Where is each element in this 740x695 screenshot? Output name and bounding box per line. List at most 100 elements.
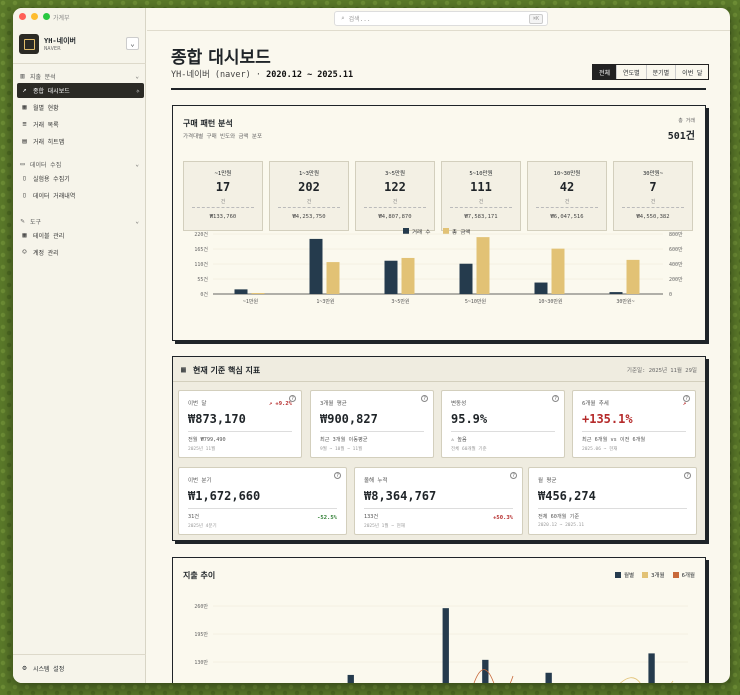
- tab-yearly[interactable]: 연도별: [617, 65, 647, 79]
- y-tick-left: 55건: [197, 276, 208, 283]
- document-icon: ▯: [22, 191, 27, 199]
- metric-card: ? 변동성 95.9% ⚠ 높음 전체 60개월 기준: [441, 390, 565, 458]
- total-value: 501건: [667, 131, 695, 142]
- close-window-button[interactable]: [19, 13, 26, 20]
- period-tabs: 전체 연도별 분기별 이번 달: [592, 64, 710, 80]
- chevron-down-icon[interactable]: ⌄: [135, 161, 139, 168]
- sidebar-section-header[interactable]: ✎ 도구 ⌄: [19, 217, 139, 227]
- monthly-bar: [648, 653, 655, 683]
- section-label: 지출 분석: [30, 74, 56, 81]
- panel-description: 가격대별 구매 빈도와 금액 분포: [183, 134, 263, 140]
- sidebar-item[interactable]: ▦ 테이블 관리: [17, 228, 144, 243]
- info-icon[interactable]: ?: [684, 472, 691, 479]
- bucket-label: 1~3만원: [298, 171, 320, 177]
- info-icon[interactable]: ?: [334, 472, 341, 479]
- metric-card: ? 3개월 평균 ₩900,827 최근 3개월 이동평균 9월 ~ 10월 ~ 11월: [310, 390, 434, 458]
- main-content: ⌕ 검색... ⌘K 종합 대시보드 YH-네이버 (naver) · 2020…: [147, 8, 730, 683]
- sidebar-item[interactable]: ☺ 계정 관리: [17, 245, 144, 260]
- metric-detail: 전월 ₩799,490: [188, 437, 226, 443]
- search-input[interactable]: ⌕ 검색... ⌘K: [334, 11, 548, 26]
- divider: [13, 654, 146, 655]
- y-tick-right: 800만: [669, 231, 683, 238]
- info-icon[interactable]: ?: [552, 395, 559, 402]
- date-range: 2020.12 ~ 2025.11: [266, 70, 354, 80]
- sidebar-item[interactable]: ▦ 월별 현황: [17, 100, 144, 115]
- account-provider: NAVER: [44, 46, 61, 52]
- tab-quarterly[interactable]: 분기별: [647, 65, 677, 79]
- price-bucket-card: 1~3만원 202 건 ₩4,253,750: [269, 161, 349, 231]
- bar-amount: [551, 248, 565, 294]
- bar-count: [609, 292, 623, 294]
- account-switcher[interactable]: YH-네이버 NAVER ⌄: [19, 34, 139, 58]
- legend-swatch: [672, 572, 679, 578]
- three-month-line: [620, 677, 674, 683]
- divider: [364, 207, 426, 208]
- bucket-label: 30만원~: [642, 171, 664, 177]
- table-icon: ▦: [22, 231, 27, 239]
- bucket-amount: ₩133,760: [209, 214, 237, 220]
- bar-amount: [326, 262, 340, 294]
- metric-label: 이번 분기: [188, 478, 212, 484]
- y-tick-right: 0: [669, 292, 672, 298]
- sidebar-item[interactable]: ↗ 종합 대시보드 ✧: [17, 83, 144, 98]
- trend-badge: ↗ +9.2%: [268, 401, 292, 407]
- legend-item: 3개월: [642, 571, 665, 579]
- metric-value: 95.9%: [451, 412, 488, 426]
- bar-count: [384, 260, 398, 294]
- x-tick-label: 5~10만원: [465, 298, 487, 305]
- bucket-count: 7: [649, 180, 657, 194]
- x-tick-label: 1~3만원: [316, 298, 335, 305]
- x-tick-label: 10~30만원: [538, 298, 563, 305]
- chevron-down-icon[interactable]: ⌄: [135, 218, 139, 225]
- legend-label: 총 금액: [452, 228, 471, 236]
- bucket-count: 122: [384, 180, 406, 194]
- purchase-pattern-chart: 거래 수 총 금액 0건 55건 110건 165건 220건 0 200만 400만 600만 80…: [194, 228, 683, 305]
- price-bucket-card: ~1만원 17 건 ₩133,760: [183, 161, 263, 231]
- account-label: YH-네이버 (naver) ·: [171, 70, 261, 80]
- system-settings-link[interactable]: ⚙ 시스템 설정: [21, 664, 65, 674]
- zoom-window-button[interactable]: [43, 13, 50, 20]
- bucket-amount: ₩4,807,870: [378, 214, 412, 220]
- sidebar-item[interactable]: ≡ 거래 목록: [17, 117, 144, 132]
- monthly-bar: [545, 672, 552, 683]
- change-rate: -52.5%: [317, 515, 337, 521]
- sidebar-item[interactable]: ▯ 실험용 수집기: [17, 171, 144, 186]
- x-tick-label: 30만원~: [616, 298, 634, 305]
- metric-value: +135.1%: [582, 412, 633, 426]
- divider: [622, 207, 684, 208]
- sidebar-section-header[interactable]: ▭ 데이터 수집 ⌄: [19, 160, 139, 170]
- metric-value: ₩873,170: [188, 412, 246, 426]
- metric-card: ? 이번 분기 ₩1,672,660 31건 2025년 4분기 -52.5%: [178, 467, 347, 535]
- grid-icon: ▦: [22, 103, 27, 111]
- y-tick-right: 400만: [669, 261, 683, 268]
- chevron-down-icon[interactable]: ⌄: [135, 73, 139, 80]
- info-icon[interactable]: ?: [421, 395, 428, 402]
- tab-this-month[interactable]: 이번 달: [676, 65, 708, 79]
- account-name: YH-네이버: [44, 37, 76, 45]
- users-icon: ☺: [22, 248, 27, 256]
- minimize-window-button[interactable]: [31, 13, 38, 20]
- legend-swatch: [403, 228, 409, 234]
- metric-period: 2020.12 ~ 2025.11: [538, 523, 585, 528]
- calendar-icon: ▦: [181, 365, 186, 374]
- divider: [320, 431, 424, 432]
- y-tick: 130만: [194, 659, 208, 666]
- spending-trend-panel: 지출 추이 월별 3개월 6개월 260만 195만 130만: [172, 557, 706, 683]
- divider: [582, 431, 686, 432]
- sidebar-item[interactable]: ▤ 거래 히트맵: [17, 134, 144, 149]
- metric-card: ? 월 평균 ₩456,274 전체 60개월 기준 2020.12 ~ 2025.11: [528, 467, 697, 535]
- sidebar-item[interactable]: ▯ 데이터 거래내역: [17, 188, 144, 203]
- bucket-amount: ₩7,583,171: [464, 214, 498, 220]
- chevron-down-icon[interactable]: ⌄: [126, 37, 139, 50]
- metric-detail: 전체 60개월 기준: [538, 514, 580, 520]
- tab-all[interactable]: 전체: [593, 65, 618, 79]
- change-rate: +50.3%: [493, 515, 513, 521]
- legend-label: 6개월: [681, 573, 695, 579]
- page-subtitle: YH-네이버 (naver) · 2020.12 ~ 2025.11: [171, 68, 353, 80]
- bucket-label: 3~5만원: [384, 171, 406, 177]
- divider: [364, 508, 513, 509]
- legend-swatch: [642, 572, 649, 578]
- sidebar-section-header[interactable]: ▥ 지출 분석 ⌄: [19, 72, 139, 82]
- info-icon[interactable]: ?: [510, 472, 517, 479]
- settings-label: 시스템 설정: [33, 666, 65, 673]
